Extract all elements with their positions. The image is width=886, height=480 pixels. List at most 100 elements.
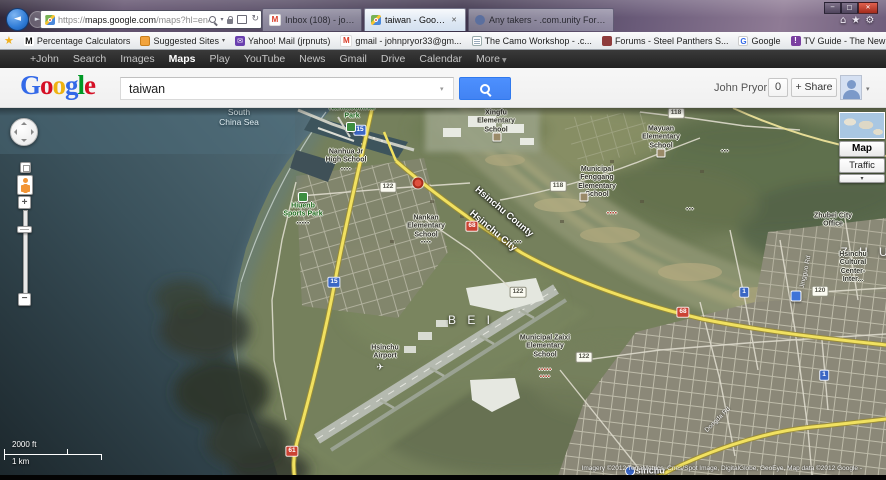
magnifier-icon <box>480 84 490 94</box>
tab-title: taiwan - Google Maps <box>385 15 445 25</box>
caret-down-icon[interactable]: ▾ <box>220 16 223 23</box>
pan-up-icon[interactable] <box>21 122 27 125</box>
pegman-street-view[interactable] <box>17 175 33 195</box>
bookmark-label: Google <box>751 36 780 46</box>
bookmark-item[interactable]: Google <box>738 36 780 46</box>
gbar-item-images[interactable]: Images <box>120 53 154 65</box>
bookmark-item[interactable]: Suggested Sites▾ <box>140 36 225 46</box>
gbar-item-youtube[interactable]: YouTube <box>244 53 285 65</box>
browser-tab[interactable]: taiwan - Google Maps ✕ <box>364 8 466 31</box>
gbar-item-play[interactable]: Play <box>209 53 229 65</box>
bookmark-label: The Camo Workshop - .c... <box>485 36 592 46</box>
search-button[interactable] <box>459 77 511 100</box>
lock-icon <box>227 19 233 24</box>
search-history-caret-icon[interactable]: ▾ <box>440 85 444 93</box>
desktop-edge <box>0 475 886 480</box>
home-icon[interactable]: ⌂ <box>840 15 846 26</box>
gmail-icon <box>340 35 352 47</box>
gbar-item-drive[interactable]: Drive <box>381 53 406 65</box>
gbar-item-more[interactable]: More▼ <box>476 53 507 65</box>
settings-gear-icon[interactable]: ⚙ <box>865 15 874 26</box>
overview-map-thumbnail[interactable] <box>839 112 885 139</box>
bookmark-item[interactable]: The Camo Workshop - .c... <box>472 36 592 46</box>
reset-view-button[interactable] <box>20 162 31 173</box>
browser-titlebar: ◄ ► https://maps.google.com/maps?hl=en&t… <box>0 0 886 32</box>
browser-tab[interactable]: Inbox (108) - johnpryor33@gm... <box>262 8 362 31</box>
search-header: Google ▾ John Pryor 0 + Share ▾ <box>0 68 886 108</box>
google-nav-bar: +John Search Images Maps Play YouTube News Gmai… <box>0 50 886 68</box>
url-text: https://maps.google.com/maps?hl=en&tab=m… <box>58 15 209 25</box>
map-canvas[interactable]: South China SeaNanliaobinhai ParkNanhua … <box>0 108 886 480</box>
bookmark-item[interactable]: Percentage Calculators <box>24 36 131 46</box>
scale-imperial: 2000 ft <box>12 440 36 449</box>
bookmark-label: gmail - johnpryor33@gm... <box>355 36 461 46</box>
scale-metric: 1 km <box>12 457 29 466</box>
gbar-item-john[interactable]: +John <box>30 53 59 65</box>
page-icon <box>472 36 482 46</box>
notifications-button[interactable]: 0 <box>768 78 788 97</box>
site-favicon-maps-icon <box>45 15 55 25</box>
back-button[interactable]: ◄ <box>6 8 29 31</box>
close-button[interactable]: ✕ <box>858 2 878 14</box>
avatar[interactable] <box>840 75 862 100</box>
map-type-button[interactable]: Map <box>839 141 885 157</box>
forward-button[interactable]: ► <box>29 11 46 28</box>
tab-close-icon[interactable]: ✕ <box>449 15 459 25</box>
pan-control[interactable] <box>10 118 38 146</box>
google-icon <box>738 36 748 46</box>
forum2-icon <box>602 36 612 46</box>
window-controls: ─ □ ✕ <box>824 2 878 14</box>
screen: ◄ ► https://maps.google.com/maps?hl=en&t… <box>0 0 886 480</box>
pan-left-icon[interactable] <box>14 129 17 135</box>
bookmark-item[interactable]: Yahoo! Mail (jrpnuts) <box>235 36 330 46</box>
gbar-item-search[interactable]: Search <box>73 53 106 65</box>
gbar-item-gmail[interactable]: Gmail <box>339 53 366 65</box>
gbar-item-maps[interactable]: Maps <box>169 53 196 65</box>
caret-down-icon: ▾ <box>222 37 225 44</box>
maximize-button[interactable]: □ <box>841 2 858 14</box>
tv-icon <box>791 36 801 46</box>
bookmark-item[interactable]: gmail - johnpryor33@gm... <box>340 35 461 47</box>
search-icon[interactable] <box>209 16 216 23</box>
gbar-item-news[interactable]: News <box>299 53 325 65</box>
browser-tab[interactable]: Any takers - .com.unity Forums <box>468 8 614 31</box>
add-favorite-star-icon[interactable]: ★ <box>4 34 14 47</box>
favorites-star-icon[interactable]: ★ <box>851 15 860 26</box>
pan-right-icon[interactable] <box>31 129 34 135</box>
share-button[interactable]: + Share <box>791 78 837 97</box>
bookmark-label: Suggested Sites <box>153 36 219 46</box>
layers-caret-icon[interactable]: ▾ <box>839 174 885 183</box>
math-icon <box>24 36 34 46</box>
suggested-sites-icon <box>140 36 150 46</box>
address-bar-icons: ▾ ↻ <box>209 15 259 24</box>
pan-down-icon[interactable] <box>21 139 27 142</box>
zoom-slider-track[interactable] <box>23 210 28 294</box>
compatibility-view-icon[interactable] <box>237 15 247 24</box>
bookmark-item[interactable]: Forums - Steel Panthers S... <box>602 36 729 46</box>
tab-strip: Inbox (108) - johnpryor33@gm... taiwan - … <box>262 8 614 31</box>
forum-icon <box>475 15 485 25</box>
maps-icon <box>371 15 381 25</box>
yahoo-mail-icon <box>235 36 245 46</box>
traffic-button[interactable]: Traffic <box>839 158 885 173</box>
bookmark-item[interactable]: TV Guide - The New Zeala... <box>791 36 886 46</box>
minimize-button[interactable]: ─ <box>824 2 841 14</box>
satellite-imagery <box>0 108 886 480</box>
search-input[interactable] <box>120 77 454 100</box>
tab-title: Inbox (108) - johnpryor33@gm... <box>285 15 355 25</box>
bookmark-label: TV Guide - The New Zeala... <box>804 36 886 46</box>
caret-down-icon: ▼ <box>502 57 507 64</box>
bookmarks-bar: ★ Percentage Calculators Suggested Sites▾… <box>0 32 886 50</box>
refresh-icon[interactable]: ↻ <box>251 15 259 24</box>
zoom-in-button[interactable]: + <box>18 196 31 209</box>
bookmark-label: Forums - Steel Panthers S... <box>615 36 729 46</box>
zoom-slider-handle[interactable] <box>17 226 32 233</box>
tab-title: Any takers - .com.unity Forums <box>489 15 607 25</box>
ie-toolbar-icons: ⌂ ★ ⚙ <box>840 15 874 26</box>
gmail-icon <box>269 14 281 26</box>
address-bar[interactable]: https://maps.google.com/maps?hl=en&tab=m… <box>40 10 262 29</box>
zoom-out-button[interactable]: − <box>18 293 31 306</box>
account-caret-icon[interactable]: ▾ <box>866 85 870 93</box>
gbar-item-calendar[interactable]: Calendar <box>419 53 462 65</box>
bookmark-label: Percentage Calculators <box>37 36 131 46</box>
